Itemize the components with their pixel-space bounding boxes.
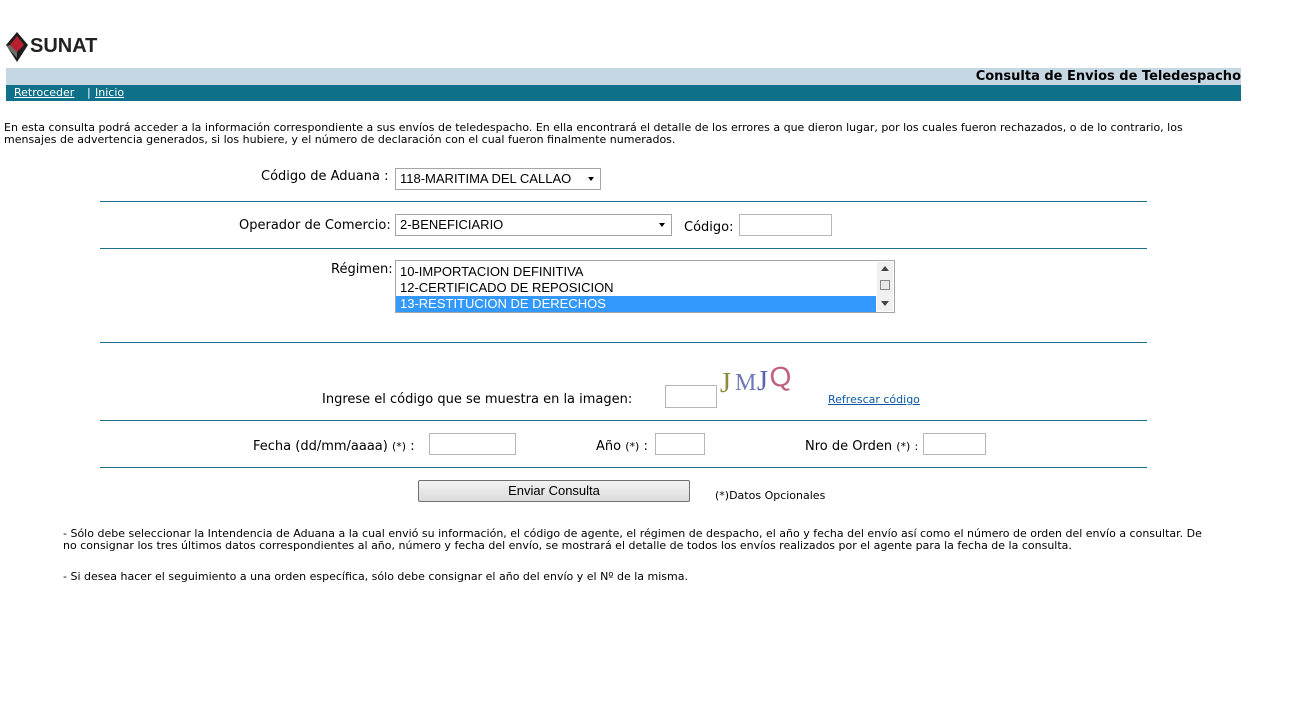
submit-button[interactable]: Enviar Consulta bbox=[418, 480, 690, 502]
page-title: Consulta de Envios de Teledespacho bbox=[975, 69, 1241, 84]
optional-note: (*)Datos Opcionales bbox=[715, 489, 826, 502]
regimen-option-selected[interactable]: 13-RESTITUCION DE DERECHOS bbox=[396, 296, 876, 312]
divider bbox=[100, 201, 1147, 202]
codigo-input[interactable] bbox=[739, 214, 832, 236]
anio-input[interactable] bbox=[655, 433, 705, 455]
intro-text: En esta consulta podrá acceder a la info… bbox=[4, 121, 1183, 146]
regimen-option[interactable]: 12-CERTIFICADO DE REPOSICION bbox=[396, 280, 876, 296]
operador-selected-value: 2-BENEFICIARIO bbox=[400, 217, 504, 232]
divider bbox=[100, 420, 1147, 421]
captcha-letter: J bbox=[720, 368, 731, 398]
fecha-input[interactable] bbox=[429, 433, 516, 455]
chevron-down-icon bbox=[588, 177, 594, 181]
captcha-letter: J bbox=[757, 366, 768, 397]
codigo-label: Código: bbox=[684, 220, 734, 235]
note-text: - Sólo debe seleccionar la Intendencia d… bbox=[63, 527, 1202, 552]
divider bbox=[100, 248, 1147, 249]
refresh-captcha-link[interactable]: Refrescar código bbox=[828, 393, 920, 406]
captcha-input[interactable] bbox=[665, 385, 717, 408]
aduana-selected-value: 118-MARITIMA DEL CALLAO bbox=[400, 171, 572, 186]
aduana-select[interactable]: 118-MARITIMA DEL CALLAO bbox=[395, 168, 601, 190]
orden-label: Nro de Orden (*) : bbox=[805, 439, 919, 454]
regimen-label: Régimen: bbox=[331, 262, 393, 277]
regimen-option[interactable]: 10-IMPORTACION DEFINITIVA bbox=[396, 264, 876, 280]
brand-name: SUNAT bbox=[30, 35, 98, 57]
nav-back-link[interactable]: Retroceder bbox=[14, 86, 74, 99]
nav-bar: Retroceder | Inicio bbox=[6, 85, 1241, 101]
title-bar: Consulta de Envios de Teledespacho bbox=[6, 68, 1241, 85]
orden-input[interactable] bbox=[923, 433, 986, 455]
captcha-letter: Q bbox=[767, 360, 793, 394]
captcha-letter: M bbox=[735, 370, 756, 396]
anio-label: Año (*) : bbox=[596, 439, 648, 454]
nav-separator: | bbox=[87, 86, 91, 99]
divider bbox=[100, 467, 1147, 468]
regimen-scrollbar[interactable] bbox=[877, 262, 893, 311]
fecha-label: Fecha (dd/mm/aaaa) (*) : bbox=[253, 439, 415, 454]
captcha-label: Ingrese el código que se muestra en la i… bbox=[322, 392, 633, 407]
scroll-up-icon[interactable] bbox=[881, 266, 889, 271]
aduana-label: Código de Aduana : bbox=[261, 169, 389, 184]
operador-select[interactable]: 2-BENEFICIARIO bbox=[395, 214, 672, 236]
sunat-logo-icon bbox=[6, 32, 28, 62]
chevron-down-icon bbox=[659, 223, 665, 227]
note-text: - Si desea hacer el seguimiento a una or… bbox=[63, 570, 688, 583]
captcha-image: J M J Q bbox=[720, 360, 793, 398]
scroll-thumb[interactable] bbox=[880, 280, 890, 290]
scroll-down-icon[interactable] bbox=[881, 301, 889, 306]
nav-home-link[interactable]: Inicio bbox=[95, 86, 124, 99]
sunat-logo: SUNAT bbox=[6, 30, 116, 62]
divider bbox=[100, 342, 1147, 343]
operador-label: Operador de Comercio: bbox=[239, 218, 391, 233]
regimen-listbox[interactable]: 10-IMPORTACION DEFINITIVA 12-CERTIFICADO… bbox=[395, 260, 895, 313]
